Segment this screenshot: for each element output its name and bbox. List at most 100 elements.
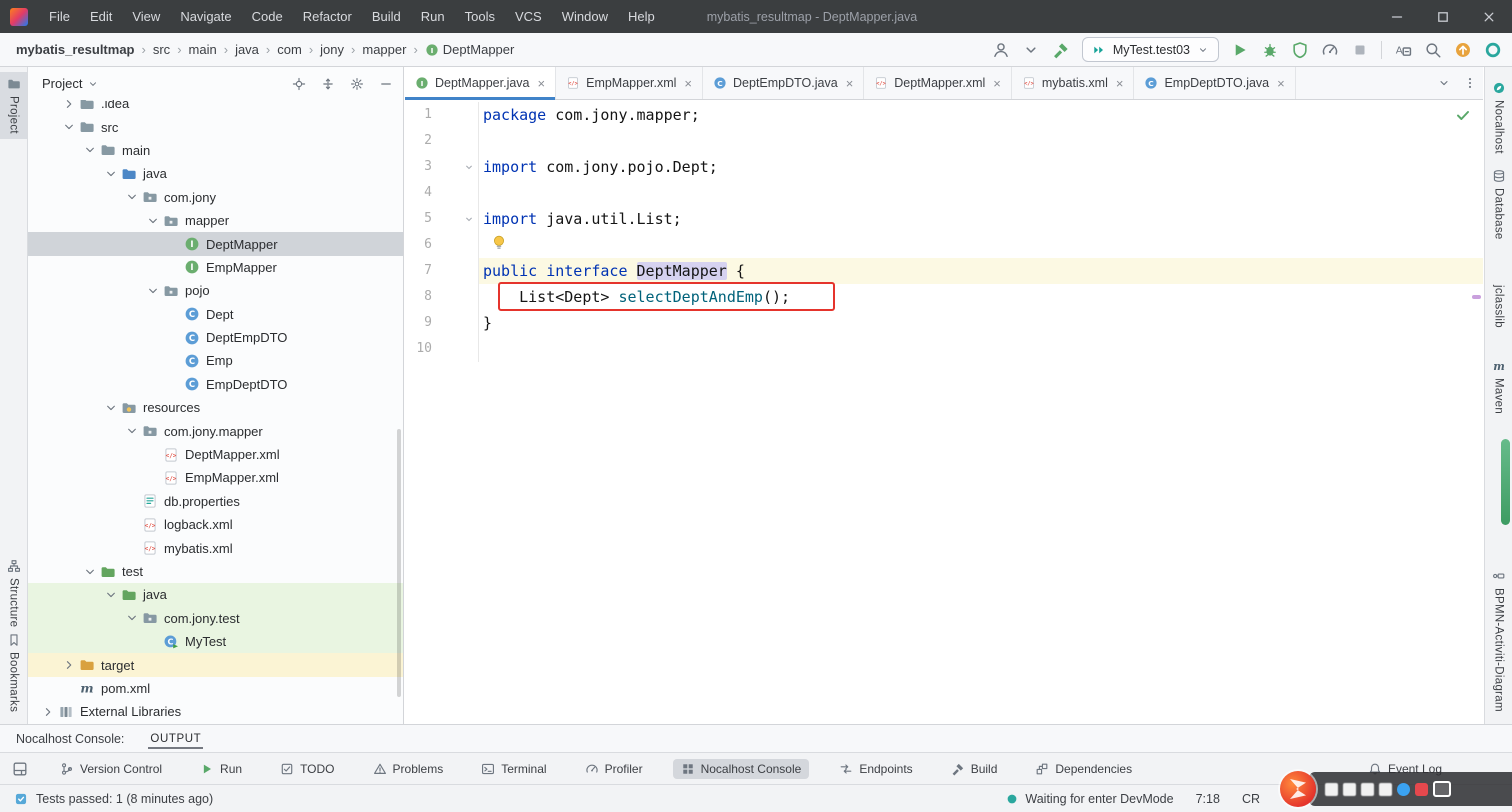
stripe-item-bpmn-activiti-diagram[interactable]: BPMN-Activiti-Diagram [1485, 569, 1512, 712]
breadcrumb-item-main[interactable]: main [189, 42, 217, 57]
chevron-down-icon[interactable] [58, 120, 79, 134]
bulb-icon[interactable] [491, 234, 507, 250]
tree-item-deptempdto[interactable]: C DeptEmpDTO [28, 326, 403, 349]
close-button[interactable] [1466, 0, 1512, 33]
tabs-caret-button[interactable] [1431, 67, 1457, 99]
inspections-ok-icon[interactable] [1455, 107, 1471, 123]
toolwindow-button-problems[interactable]: Problems [365, 759, 452, 779]
code-line-9[interactable]: 9} [405, 310, 1483, 336]
tab-deptempdto-java[interactable]: C DeptEmpDTO.java × [703, 67, 865, 99]
play-icon[interactable] [1231, 41, 1249, 59]
code-line-2[interactable]: 2 [405, 128, 1483, 154]
code-line-10[interactable]: 10 [405, 336, 1483, 362]
tree-item-test[interactable]: test [28, 560, 403, 583]
code-line-7[interactable]: 7 public interface DeptMapper { [405, 258, 1483, 284]
tool-windows-icon[interactable] [12, 761, 28, 777]
toolwindow-button-dependencies[interactable]: Dependencies [1027, 759, 1140, 779]
stripe-item-jclasslib[interactable]: jclasslib [1485, 285, 1512, 328]
code-line-1[interactable]: 1 package com.jony.mapper; [405, 102, 1483, 128]
menu-edit[interactable]: Edit [81, 0, 121, 33]
breadcrumb-item-mybatis-resultmap[interactable]: mybatis_resultmap [16, 42, 135, 57]
tree-item-empdeptdto[interactable]: C EmpDeptDTO [28, 373, 403, 396]
maximize-button[interactable] [1420, 0, 1466, 33]
toolwindow-button-run[interactable]: Run [192, 759, 250, 779]
chevron-down-icon[interactable] [121, 611, 142, 625]
tests-passed-text[interactable]: Tests passed: 1 (8 minutes ago) [36, 792, 213, 806]
tree-item-resources[interactable]: resources [28, 396, 403, 419]
chevron-down-icon[interactable] [79, 565, 100, 579]
tree-item-logback-xml[interactable]: </> logback.xml [28, 513, 403, 536]
tree-item-target[interactable]: target [28, 653, 403, 677]
code-line-6[interactable]: 6 [405, 232, 1483, 258]
tabs-kebab-button[interactable] [1457, 67, 1483, 99]
translate-icon[interactable]: A [1394, 41, 1412, 59]
code-line-5[interactable]: 5 import java.util.List; [405, 206, 1483, 232]
chevron-down-icon[interactable] [100, 401, 121, 415]
chevron-right-icon[interactable] [58, 658, 79, 672]
minimize-button[interactable] [1374, 0, 1420, 33]
tab-mybatis-xml[interactable]: </> mybatis.xml × [1012, 67, 1135, 99]
menu-vcs[interactable]: VCS [506, 0, 551, 33]
status-item-cr[interactable]: CR [1242, 792, 1260, 806]
chevron-down-icon[interactable] [100, 167, 121, 181]
tab-output[interactable]: OUTPUT [148, 729, 204, 749]
toolwindow-button-todo[interactable]: TODO [272, 759, 342, 779]
menu-code[interactable]: Code [243, 0, 292, 33]
toolwindow-button-version-control[interactable]: Version Control [52, 759, 170, 779]
scrollbar[interactable] [397, 429, 401, 697]
close-icon[interactable]: × [684, 76, 692, 91]
menu-window[interactable]: Window [553, 0, 617, 33]
chevron-right-icon[interactable] [37, 705, 58, 719]
close-icon[interactable]: × [1277, 76, 1285, 91]
toolwindow-button-build[interactable]: Build [943, 759, 1006, 779]
toolwindow-button-terminal[interactable]: Terminal [473, 759, 554, 779]
status-item-waiting-for-enter-devmode[interactable]: Waiting for enter DevMode [1005, 792, 1174, 806]
close-icon[interactable]: × [993, 76, 1001, 91]
breadcrumb-item-com[interactable]: com [277, 42, 302, 57]
tree-item-deptmapper[interactable]: I DeptMapper [28, 232, 403, 256]
status-item-7-18[interactable]: 7:18 [1196, 792, 1220, 806]
tab-deptmapper-xml[interactable]: </> DeptMapper.xml × [864, 67, 1012, 99]
menu-navigate[interactable]: Navigate [171, 0, 240, 33]
search-icon[interactable] [1424, 41, 1442, 59]
tree-item-empmapper-xml[interactable]: </> EmpMapper.xml [28, 466, 403, 489]
chevron-right-icon[interactable] [58, 100, 79, 111]
tree-item-java[interactable]: java [28, 583, 403, 607]
close-icon[interactable]: × [538, 76, 546, 91]
chevron-down-icon[interactable] [79, 143, 100, 157]
stop-icon[interactable] [1351, 41, 1369, 59]
stripe-item-maven[interactable]: m Maven [1485, 359, 1512, 414]
breadcrumb-item-mapper[interactable]: mapper [362, 42, 406, 57]
code-editor[interactable]: 1 package com.jony.mapper; 2 3 import com.jo… [405, 100, 1483, 724]
tree-item-empmapper[interactable]: I EmpMapper [28, 256, 403, 279]
caret-icon[interactable] [1022, 41, 1040, 59]
tree-item-external-libraries[interactable]: External Libraries [28, 700, 403, 723]
stripe-item-database[interactable]: Database [1485, 169, 1512, 240]
user-icon[interactable] [992, 41, 1010, 59]
breadcrumb-item-jony[interactable]: jony [320, 42, 344, 57]
tree-item-dept[interactable]: C Dept [28, 303, 403, 326]
hammer-icon[interactable] [1052, 41, 1070, 59]
tree-item-mytest[interactable]: C MyTest [28, 629, 403, 654]
tree-item-com-jony-mapper[interactable]: com.jony.mapper [28, 419, 403, 442]
locate-icon[interactable] [292, 77, 306, 91]
tree-item-db-properties[interactable]: db.properties [28, 490, 403, 513]
stripe-item-project[interactable]: Project [0, 72, 27, 139]
nocalhost-ring-icon[interactable] [1484, 41, 1502, 59]
menu-tools[interactable]: Tools [456, 0, 504, 33]
tree-item-pom-xml[interactable]: m pom.xml [28, 677, 403, 700]
breadcrumb-item-java[interactable]: java [235, 42, 259, 57]
menu-refactor[interactable]: Refactor [294, 0, 361, 33]
chevron-down-icon[interactable] [121, 190, 142, 204]
tree-item-emp[interactable]: C Emp [28, 349, 403, 372]
code-line-3[interactable]: 3 import com.jony.pojo.Dept; [405, 154, 1483, 180]
tree-item-src[interactable]: src [28, 115, 403, 138]
chevron-down-icon[interactable] [87, 78, 99, 90]
menu-help[interactable]: Help [619, 0, 664, 33]
tree-item-mapper[interactable]: mapper [28, 209, 403, 232]
menu-view[interactable]: View [123, 0, 169, 33]
toolwindow-button-nocalhost-console[interactable]: Nocalhost Console [672, 758, 810, 779]
tree-item-com-jony[interactable]: com.jony [28, 186, 403, 209]
chevron-down-icon[interactable] [142, 284, 163, 298]
tree-item-java[interactable]: java [28, 162, 403, 185]
